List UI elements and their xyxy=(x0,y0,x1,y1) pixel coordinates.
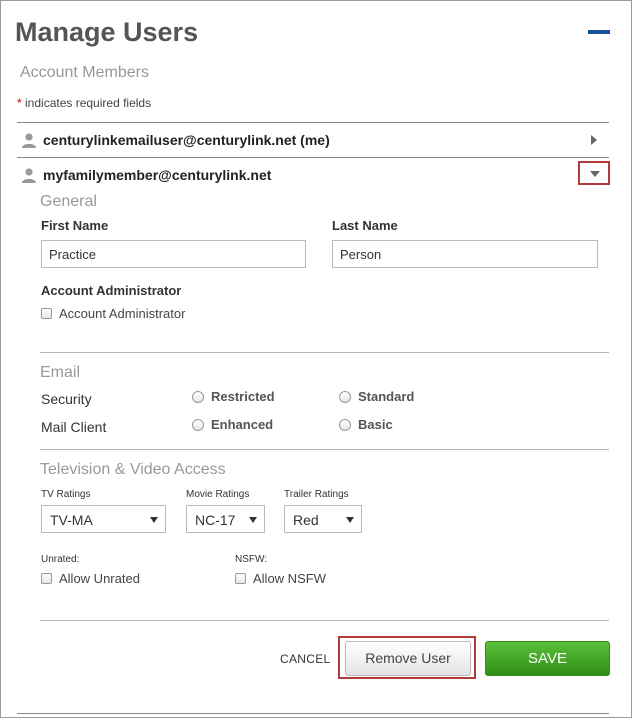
last-name-label: Last Name xyxy=(332,218,398,233)
user-icon xyxy=(22,168,36,183)
allow-nsfw-checkbox[interactable] xyxy=(235,573,246,584)
chevron-down-icon xyxy=(590,171,600,177)
user-email: centurylinkemailuser@centurylink.net (me… xyxy=(43,132,330,148)
divider xyxy=(17,713,609,714)
divider xyxy=(40,620,609,621)
last-name-input[interactable]: Person xyxy=(332,240,598,268)
mail-client-basic-radio[interactable] xyxy=(339,419,351,431)
mail-client-enhanced-label[interactable]: Enhanced xyxy=(211,417,273,432)
dropdown-arrow-icon xyxy=(346,517,354,523)
account-admin-heading: Account Administrator xyxy=(41,283,182,298)
required-note-text: indicates required fields xyxy=(25,96,152,110)
general-heading: General xyxy=(40,193,97,210)
security-standard-radio[interactable] xyxy=(339,391,351,403)
security-restricted-radio[interactable] xyxy=(192,391,204,403)
save-button[interactable]: SAVE xyxy=(485,641,610,676)
movie-ratings-label: Movie Ratings xyxy=(186,489,250,500)
trailer-ratings-label: Trailer Ratings xyxy=(284,489,349,500)
tv-ratings-select[interactable]: TV-MA xyxy=(41,505,166,533)
section-subtitle: Account Members xyxy=(20,64,149,81)
user-row-me[interactable]: centurylinkemailuser@centurylink.net (me… xyxy=(17,123,609,157)
allow-unrated-label[interactable]: Allow Unrated xyxy=(59,571,140,586)
remove-user-button[interactable]: Remove User xyxy=(345,641,471,676)
allow-unrated-checkbox[interactable] xyxy=(41,573,52,584)
trailer-ratings-select[interactable]: Red xyxy=(284,505,362,533)
account-admin-checkbox[interactable] xyxy=(41,308,52,319)
first-name-input[interactable]: Practice xyxy=(41,240,306,268)
manage-users-panel: Manage Users Account Members * indicates… xyxy=(0,0,632,718)
expand-user-toggle[interactable] xyxy=(578,161,610,185)
user-email: myfamilymember@centurylink.net xyxy=(43,167,272,183)
tv-ratings-label: TV Ratings xyxy=(41,489,91,500)
dropdown-arrow-icon xyxy=(150,517,158,523)
mail-client-basic-label[interactable]: Basic xyxy=(358,417,393,432)
mail-client-label: Mail Client xyxy=(41,419,107,435)
movie-ratings-select[interactable]: NC-17 xyxy=(186,505,265,533)
mail-client-enhanced-radio[interactable] xyxy=(192,419,204,431)
chevron-right-icon[interactable] xyxy=(591,135,597,145)
tv-ratings-value: TV-MA xyxy=(50,512,93,528)
divider xyxy=(40,352,609,353)
page-title: Manage Users xyxy=(15,17,199,47)
email-heading: Email xyxy=(40,364,81,381)
required-note: * indicates required fields xyxy=(17,96,151,110)
trailer-ratings-value: Red xyxy=(293,512,319,528)
nsfw-label: NSFW: xyxy=(235,554,268,565)
required-star: * xyxy=(17,96,22,110)
movie-ratings-value: NC-17 xyxy=(195,512,236,528)
first-name-label: First Name xyxy=(41,218,109,233)
divider xyxy=(40,449,609,450)
dropdown-arrow-icon xyxy=(249,517,257,523)
security-standard-label[interactable]: Standard xyxy=(358,389,414,404)
collapse-icon[interactable] xyxy=(588,30,610,34)
account-admin-checkbox-label[interactable]: Account Administrator xyxy=(59,306,185,321)
security-label: Security xyxy=(41,391,92,407)
unrated-label: Unrated: xyxy=(41,554,80,565)
user-row-family[interactable]: myfamilymember@centurylink.net xyxy=(17,158,609,192)
tv-heading: Television & Video Access xyxy=(40,461,226,478)
user-icon xyxy=(22,133,36,148)
cancel-button[interactable]: CANCEL xyxy=(280,652,330,666)
allow-nsfw-label[interactable]: Allow NSFW xyxy=(253,571,326,586)
security-restricted-label[interactable]: Restricted xyxy=(211,389,275,404)
